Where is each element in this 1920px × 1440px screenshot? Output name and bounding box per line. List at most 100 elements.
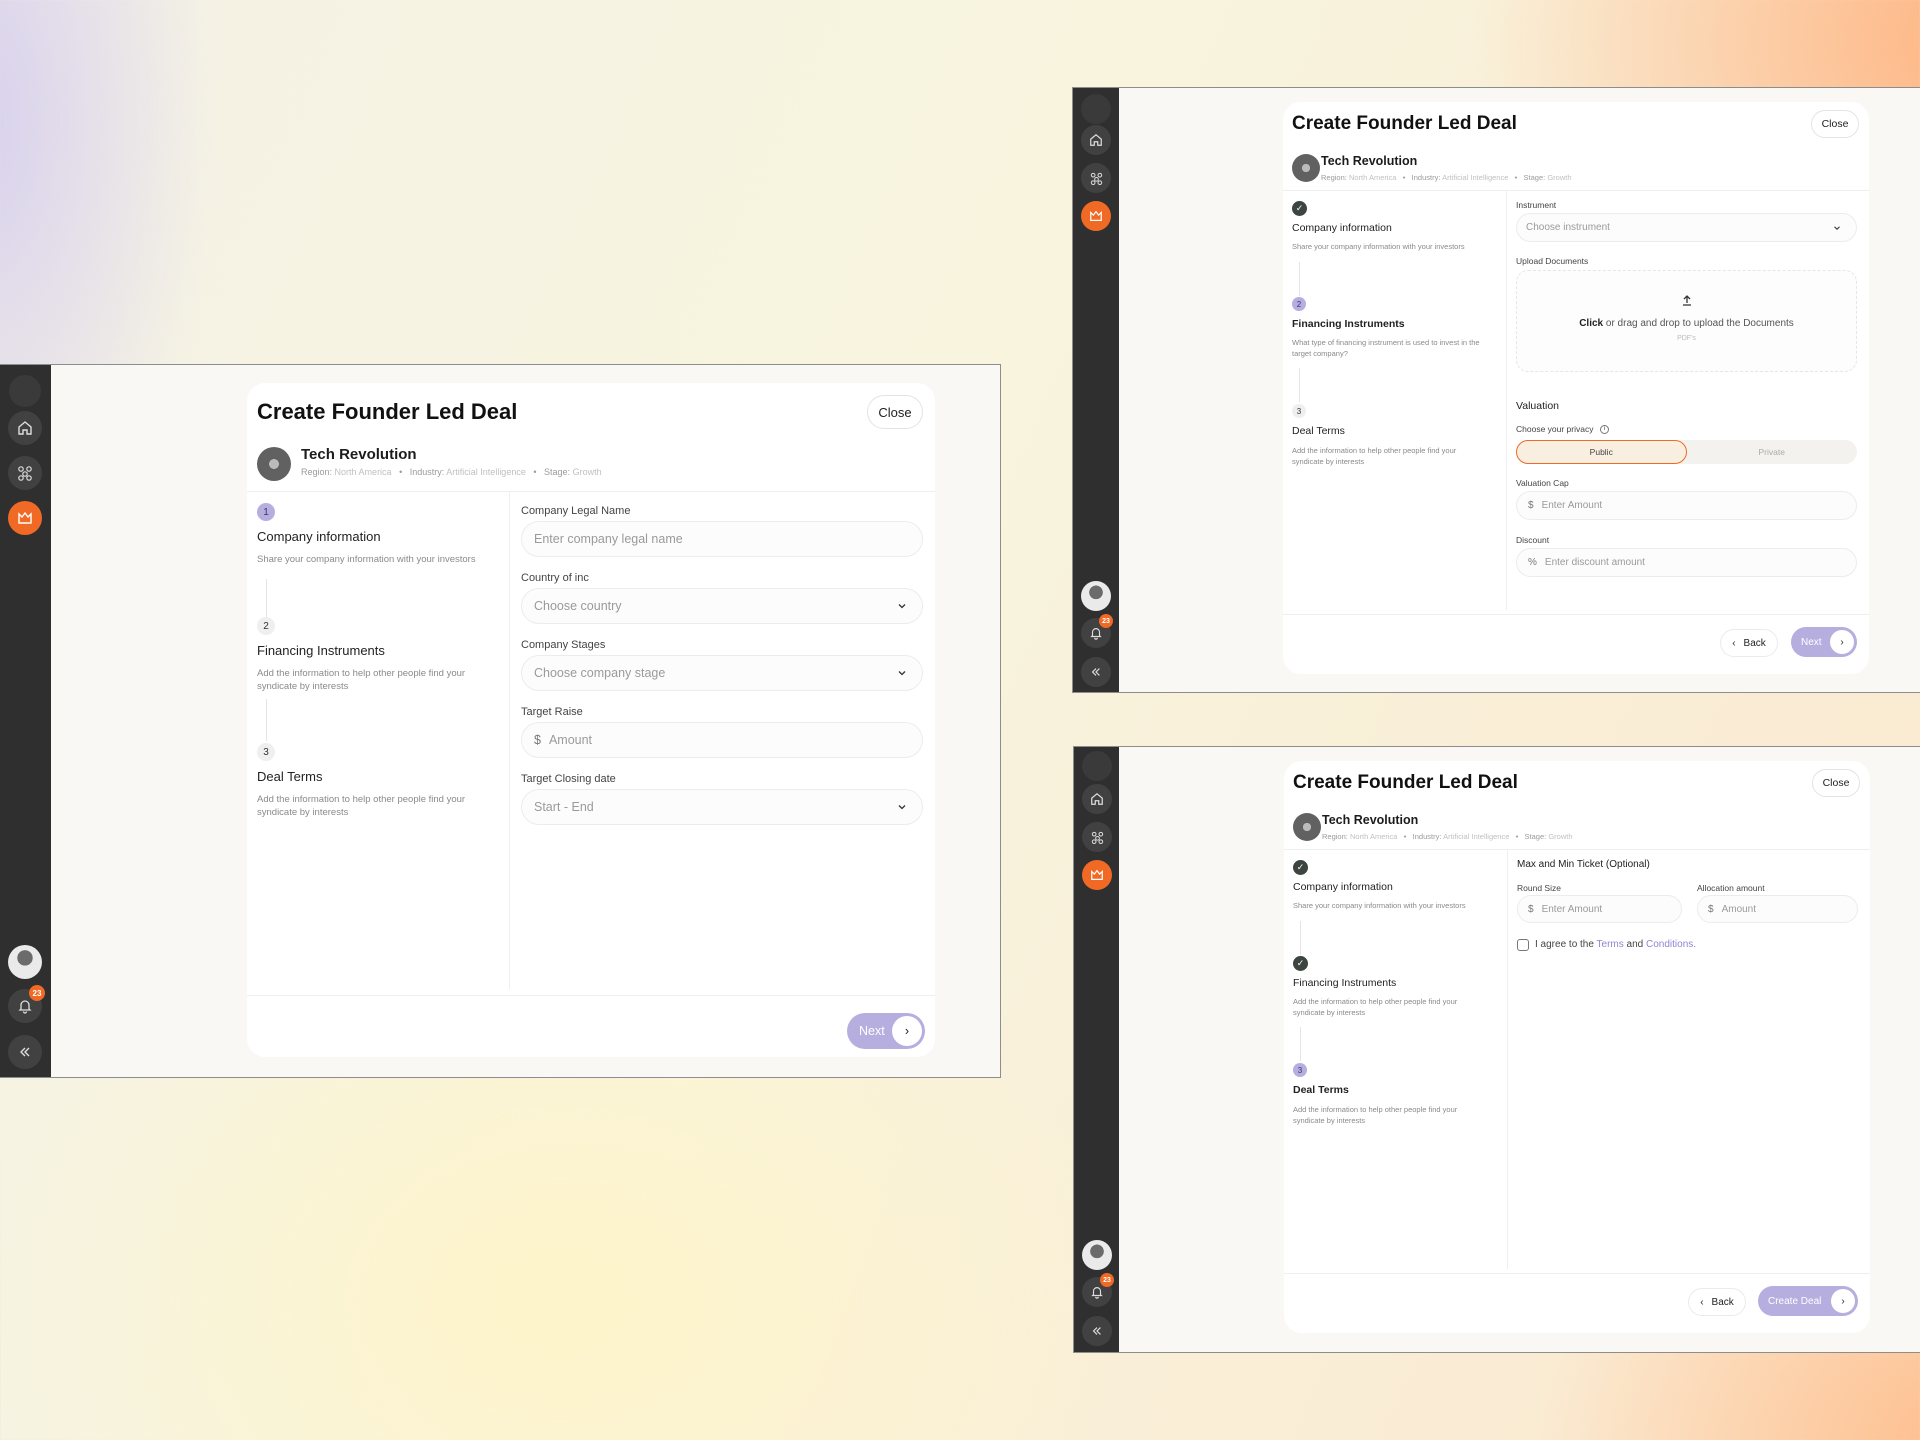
conditions-link[interactable]: Conditions. <box>1646 939 1696 950</box>
close-button[interactable]: Close <box>1812 769 1860 797</box>
page-title: Create Founder Led Deal <box>1293 772 1518 793</box>
round-size-input[interactable]: $ Enter Amount <box>1517 895 1682 923</box>
valuation-cap-input[interactable]: $ Enter Amount <box>1516 491 1857 520</box>
step-1-title: Company information <box>257 529 381 544</box>
step-2-title: Financing Instruments <box>1292 318 1405 330</box>
chevron-left-icon: ‹ <box>1700 1296 1704 1308</box>
sidebar: 23 <box>0 365 51 1077</box>
next-button[interactable]: Next › <box>847 1013 925 1049</box>
step-2-desc: What type of financing instrument is use… <box>1292 338 1480 358</box>
collapse-icon[interactable] <box>8 1035 42 1069</box>
legal-name-input[interactable]: Enter company legal name <box>521 521 923 557</box>
company-meta: Region: North America • Industry: Artifi… <box>1322 832 1573 841</box>
step-1-desc: Share your company information with your… <box>257 554 476 565</box>
step-1-title: Company information <box>1293 881 1393 893</box>
discount-label: Discount <box>1516 535 1550 545</box>
country-select[interactable]: Choose country <box>521 588 923 624</box>
back-button[interactable]: ‹ Back <box>1688 1288 1746 1316</box>
close-button[interactable]: Close <box>1811 110 1859 138</box>
network-icon[interactable] <box>1082 822 1112 852</box>
step-2-number: 2 <box>1292 297 1306 311</box>
create-deal-button[interactable]: Create Deal › <box>1758 1286 1858 1316</box>
user-avatar[interactable] <box>1082 1240 1112 1270</box>
closing-date-label: Target Closing date <box>521 773 616 785</box>
network-icon[interactable] <box>1081 163 1111 193</box>
step-connector <box>1300 1027 1301 1061</box>
home-icon[interactable] <box>1081 125 1111 155</box>
window-step-company-info: 23 Create Founder Led Deal Close Tech Re… <box>0 364 1001 1078</box>
step-3-number: 3 <box>257 743 275 761</box>
divider <box>1506 190 1507 610</box>
step-3-desc: Add the information to help other people… <box>1292 446 1457 466</box>
step-2-desc: Add the information to help other people… <box>257 668 466 693</box>
chevron-down-icon <box>898 604 906 609</box>
agree-checkbox[interactable] <box>1517 939 1529 951</box>
step-1-number: 1 <box>257 503 275 521</box>
home-icon[interactable] <box>1082 784 1112 814</box>
logo-icon[interactable] <box>1082 751 1112 781</box>
company-stage-select[interactable]: Choose company stage <box>521 655 923 691</box>
window-step-financing: 23 Create Founder Led Deal Close Tech Re… <box>1072 87 1920 693</box>
modal-card: Create Founder Led Deal Close Tech Revol… <box>1283 102 1869 674</box>
privacy-public-option[interactable]: Public <box>1516 440 1687 464</box>
percent-icon: % <box>1528 557 1537 568</box>
agree-text: I agree to the Terms and Conditions. <box>1535 939 1697 950</box>
dollar-icon: $ <box>1708 903 1714 915</box>
dollar-icon: $ <box>534 733 541 747</box>
home-icon[interactable] <box>8 411 42 445</box>
collapse-icon[interactable] <box>1081 657 1111 687</box>
privacy-toggle[interactable]: Public Private <box>1516 440 1857 464</box>
step-connector <box>1299 368 1300 402</box>
discount-input[interactable]: % Enter discount amount <box>1516 548 1857 577</box>
notification-badge: 23 <box>1100 1273 1114 1287</box>
chevron-right-icon: › <box>1831 1289 1855 1313</box>
ticket-title: Max and Min Ticket (Optional) <box>1517 859 1650 870</box>
deals-icon[interactable] <box>1081 201 1111 231</box>
allocation-input[interactable]: $ Amount <box>1697 895 1858 923</box>
upload-dropzone[interactable]: Click or drag and drop to upload the Doc… <box>1516 270 1857 372</box>
back-button[interactable]: ‹ Back <box>1720 629 1778 657</box>
deals-icon[interactable] <box>1082 860 1112 890</box>
privacy-private-option[interactable]: Private <box>1687 440 1858 464</box>
step-3-desc: Add the information to help other people… <box>257 794 466 819</box>
company-logo <box>257 447 291 481</box>
company-logo <box>1293 813 1321 841</box>
step-3-number: 3 <box>1293 1063 1307 1077</box>
close-button[interactable]: Close <box>867 395 923 429</box>
page-title: Create Founder Led Deal <box>1292 113 1517 134</box>
step-3-desc: Add the information to help other people… <box>1293 1105 1458 1125</box>
instrument-label: Instrument <box>1516 200 1557 210</box>
target-raise-input[interactable]: $ Amount <box>521 722 923 758</box>
step-2-title: Financing Instruments <box>257 643 385 658</box>
divider <box>1284 849 1870 850</box>
divider <box>247 995 935 996</box>
next-button[interactable]: Next › <box>1791 627 1857 657</box>
step-2-title: Financing Instruments <box>1293 977 1397 989</box>
step-2-check-icon: ✓ <box>1293 956 1308 971</box>
company-meta: Region: North America • Industry: Artifi… <box>301 467 602 477</box>
logo-icon[interactable] <box>9 375 41 407</box>
collapse-icon[interactable] <box>1082 1316 1112 1346</box>
step-1-title: Company information <box>1292 222 1392 234</box>
step-connector <box>1300 921 1301 955</box>
instrument-select[interactable]: Choose instrument <box>1516 213 1857 242</box>
divider <box>1283 614 1869 615</box>
deals-icon[interactable] <box>8 501 42 535</box>
company-meta: Region: North America • Industry: Artifi… <box>1321 173 1572 182</box>
chevron-down-icon <box>898 805 906 810</box>
sidebar: 23 <box>1074 747 1119 1352</box>
notification-badge: 23 <box>29 985 45 1001</box>
company-name: Tech Revolution <box>1322 813 1419 827</box>
legal-name-label: Company Legal Name <box>521 505 631 517</box>
user-avatar[interactable] <box>1081 581 1111 611</box>
network-icon[interactable] <box>8 456 42 490</box>
user-avatar[interactable] <box>8 945 42 979</box>
country-label: Country of inc <box>521 572 589 584</box>
step-1-desc: Share your company information with your… <box>1293 901 1466 910</box>
dollar-icon: $ <box>1528 500 1534 511</box>
privacy-label: Choose your privacy i <box>1516 424 1609 435</box>
logo-icon[interactable] <box>1081 94 1111 124</box>
terms-link[interactable]: Terms <box>1597 939 1624 950</box>
closing-date-select[interactable]: Start - End <box>521 789 923 825</box>
chevron-down-icon <box>898 671 906 676</box>
